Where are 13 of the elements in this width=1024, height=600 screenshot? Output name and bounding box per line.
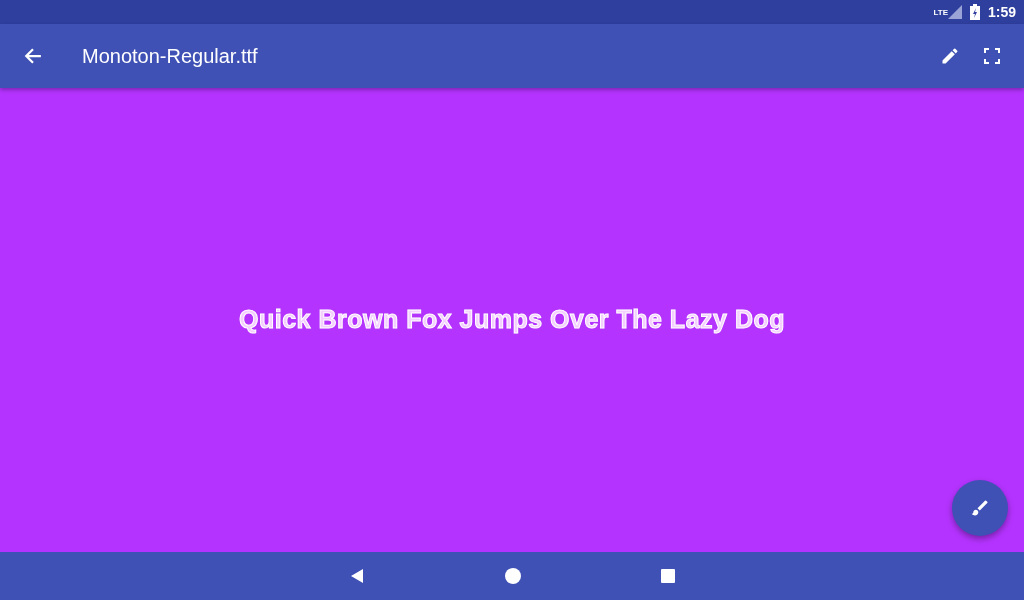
file-title: Monoton-Regular.ttf	[81, 44, 258, 69]
font-sample-text: Quick Brown Fox Jumps Over The Lazy Dog	[239, 304, 785, 336]
battery-charging-icon	[969, 4, 980, 20]
back-button[interactable]	[24, 47, 42, 65]
brush-button[interactable]	[952, 480, 1008, 536]
brush-icon	[970, 498, 990, 518]
clock-time: 1:59	[987, 2, 1016, 22]
back-nav-button[interactable]	[349, 568, 365, 584]
edit-button[interactable]	[940, 46, 960, 66]
signal-icon	[947, 5, 962, 19]
network-type-label: LTE	[933, 7, 948, 19]
home-button[interactable]	[505, 568, 521, 584]
fullscreen-button[interactable]	[984, 48, 1000, 64]
